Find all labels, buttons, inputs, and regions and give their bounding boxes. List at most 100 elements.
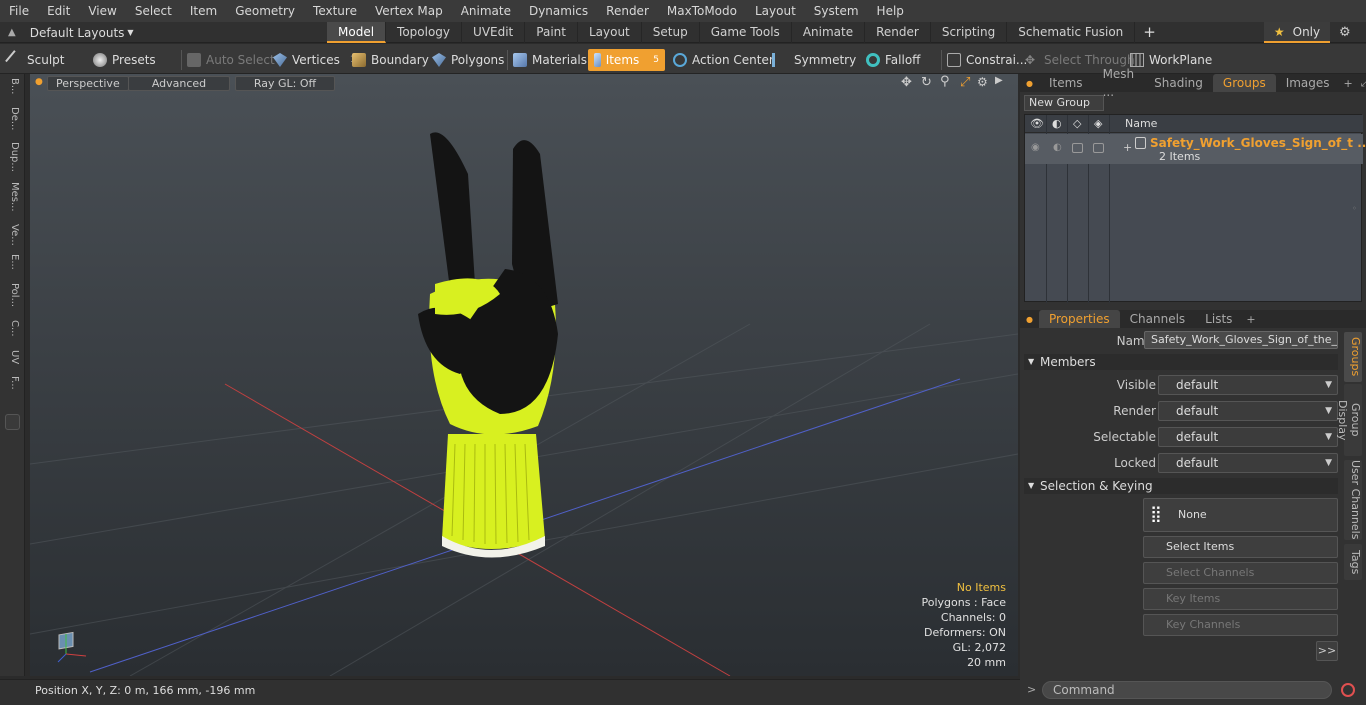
presets-button[interactable]: Presets [93,49,156,71]
menu-dynamics[interactable]: Dynamics [520,0,597,22]
zoom-view-icon[interactable]: ⚲ [940,74,950,89]
tab-images[interactable]: Images [1276,74,1340,92]
menu-select[interactable]: Select [126,0,181,22]
rotate-view-icon[interactable]: ↻ [921,75,932,90]
none-button[interactable]: ⣿ None [1143,498,1338,532]
viewport-menu-icon[interactable]: ● [35,77,43,87]
group-list[interactable]: 👁 ◐ ◇ ◈ Name ◉ ◐ + Safety_Work_Gloves_Si… [1024,114,1366,303]
tab-channels[interactable]: Channels [1120,310,1196,328]
left-tab-mesh-edit[interactable]: Mes... [4,182,20,212]
tab-items[interactable]: Items [1039,74,1093,92]
command-input[interactable]: Command [1042,681,1332,699]
row-eye-icon[interactable]: ◉ [1031,142,1040,153]
symmetry-button[interactable]: Symmetry [772,49,856,71]
constraints-button[interactable]: Constrai... [947,49,1027,71]
record-icon[interactable] [1341,683,1355,697]
left-tab-edge[interactable]: E... [4,254,20,270]
expand-icon[interactable]: + [1123,141,1132,154]
tab-shading[interactable]: Shading [1144,74,1213,92]
left-tab-basic[interactable]: B... [4,78,20,94]
add-panel-tab-icon[interactable]: + [1340,77,1357,90]
left-tab-polygon[interactable]: Pol... [4,283,20,307]
menu-vertex-map[interactable]: Vertex Map [366,0,452,22]
menu-edit[interactable]: Edit [38,0,79,22]
resize-handle-icon[interactable]: ◦ [1352,204,1357,213]
boundary-button[interactable]: Boundary [352,49,429,71]
group-row[interactable]: ◉ ◐ + Safety_Work_Gloves_Sign_of_t ... 2… [1025,134,1366,164]
menu-texture[interactable]: Texture [304,0,366,22]
tab-lists[interactable]: Lists [1195,310,1242,328]
panel-menu-icon[interactable]: ● [1020,79,1039,88]
new-group-button[interactable]: New Group [1024,95,1104,111]
eye-icon[interactable]: 👁 [1030,117,1044,130]
tab-game-tools[interactable]: Game Tools [700,22,792,43]
add-properties-tab-icon[interactable]: + [1242,313,1259,326]
raygl-button[interactable]: Ray GL: Off [235,76,335,91]
left-tab-fusion[interactable]: F... [4,376,20,390]
left-tab-duplicate[interactable]: Dup... [4,142,20,172]
more-button[interactable]: >> [1316,641,1338,661]
side-tab-group-display[interactable]: Group Display [1336,384,1362,456]
menu-maxtomodo[interactable]: MaxToModo [658,0,746,22]
members-section-header[interactable]: ▼ Members [1024,354,1338,370]
layouts-dropdown[interactable]: ▲ Default Layouts ▼ [0,22,134,43]
left-tab-curve[interactable]: C... [4,320,20,337]
lock-icon[interactable]: ◈ [1094,117,1102,130]
tab-uvedit[interactable]: UVEdit [462,22,526,43]
left-tab-deform[interactable]: De... [4,107,20,130]
menu-system[interactable]: System [805,0,868,22]
side-tab-groups[interactable]: Groups [1344,332,1362,382]
falloff-button[interactable]: Falloff [866,49,920,71]
row-render-icon[interactable]: ◐ [1053,142,1062,153]
tab-model[interactable]: Model [327,22,387,43]
move-view-icon[interactable]: ✥ [901,75,912,90]
menu-render[interactable]: Render [597,0,658,22]
tab-render[interactable]: Render [865,22,931,43]
menu-help[interactable]: Help [868,0,913,22]
menu-animate[interactable]: Animate [452,0,520,22]
left-tabs-toggle[interactable] [5,414,20,430]
selectable-dropdown[interactable]: default ▼ [1158,427,1338,447]
tab-setup[interactable]: Setup [642,22,700,43]
only-toggle[interactable]: ★ Only [1264,22,1330,43]
key-items-button[interactable]: Key Items [1143,588,1338,610]
tab-schematic-fusion[interactable]: Schematic Fusion [1007,22,1136,43]
materials-button[interactable]: Materials [513,49,587,71]
locked-dropdown[interactable]: default ▼ [1158,453,1338,473]
perspective-button[interactable]: Perspective [47,76,129,91]
tab-topology[interactable]: Topology [386,22,463,43]
viewport-gear-icon[interactable]: ⚙ [977,75,988,89]
left-tab-vertex[interactable]: Ve... [4,224,20,246]
3d-viewport[interactable]: ● Perspective Advanced Ray GL: Off ✥ ↻ ⚲… [30,74,1018,676]
gear-icon[interactable]: ⚙ [1339,22,1351,43]
select-items-button[interactable]: Select Items [1143,536,1338,558]
sculpt-button[interactable]: Sculpt [5,49,64,71]
glove-model[interactable] [418,132,558,558]
menu-geometry[interactable]: Geometry [226,0,304,22]
auto-select-button[interactable]: Auto Select [187,49,275,71]
properties-menu-icon[interactable]: ● [1020,315,1039,324]
visible-dropdown[interactable]: default ▼ [1158,375,1338,395]
tab-groups[interactable]: Groups [1212,74,1276,92]
side-tab-user-channels[interactable]: User Channels [1344,460,1362,540]
tab-animate[interactable]: Animate [792,22,866,43]
tab-paint[interactable]: Paint [525,22,578,43]
menu-view[interactable]: View [79,0,125,22]
side-tab-tags[interactable]: Tags [1344,544,1362,580]
render-dropdown[interactable]: default ▼ [1158,401,1338,421]
fit-view-icon[interactable]: ⤢ [960,75,970,90]
tab-scripting[interactable]: Scripting [931,22,1008,43]
select-channels-button[interactable]: Select Channels [1143,562,1338,584]
row-lock-checkbox[interactable] [1093,143,1104,153]
add-tab-button[interactable]: + [1135,22,1164,43]
vertices-button[interactable]: Vertices 1 [273,49,356,71]
menu-item[interactable]: Item [181,0,226,22]
left-tab-uv[interactable]: UV [4,350,20,364]
selectable-icon[interactable]: ◇ [1073,117,1081,130]
key-channels-button[interactable]: Key Channels [1143,614,1338,636]
menu-layout[interactable]: Layout [746,0,805,22]
viewport-expand-icon[interactable]: ▶ [995,75,1003,86]
menu-file[interactable]: File [0,0,38,22]
polygons-button[interactable]: Polygons [432,49,504,71]
advanced-button[interactable]: Advanced [128,76,230,91]
